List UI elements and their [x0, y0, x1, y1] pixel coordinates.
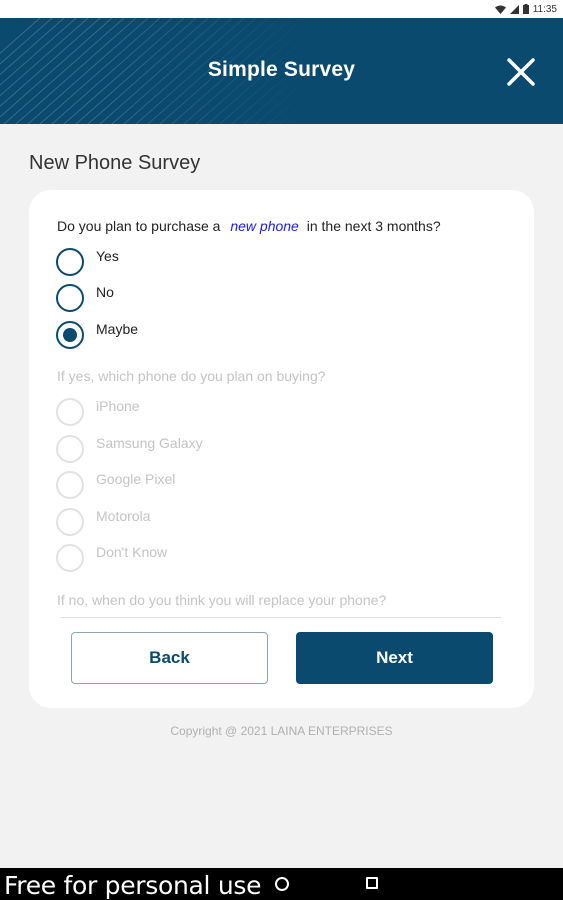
recents-icon[interactable]: [366, 877, 378, 889]
question-purchase-highlight: new phone: [230, 218, 299, 234]
next-button[interactable]: Next: [296, 632, 493, 684]
option-label: Samsung Galaxy: [96, 435, 203, 451]
wifi-icon: [494, 5, 506, 14]
option-motorola[interactable]: Motorola: [56, 508, 150, 536]
survey-card: Do you plan to purchase a new phone in t…: [29, 190, 534, 708]
radio-button-selected[interactable]: [56, 321, 84, 349]
status-time: 11:35: [532, 3, 557, 15]
radio-button-disabled[interactable]: [56, 544, 84, 572]
header-title: Simple Survey: [207, 58, 356, 81]
question-which-phone: If yes, which phone do you plan on buyin…: [57, 368, 326, 384]
option-label: Yes: [96, 248, 119, 264]
option-label: iPhone: [96, 398, 140, 414]
option-samsung-galaxy[interactable]: Samsung Galaxy: [56, 435, 203, 463]
option-label: No: [96, 284, 114, 300]
app-header: Simple Survey: [0, 18, 563, 124]
option-dont-know[interactable]: Don't Know: [56, 544, 167, 572]
question-purchase-prefix: Do you plan to purchase a: [57, 218, 221, 234]
question-purchase-suffix: in the next 3 months?: [306, 218, 441, 234]
radio-button[interactable]: [56, 284, 84, 312]
back-button[interactable]: Back: [71, 632, 268, 684]
system-nav-bar: Free for personal use: [0, 868, 563, 900]
option-google-pixel[interactable]: Google Pixel: [56, 471, 175, 499]
watermark-text: Free for personal use: [4, 871, 262, 900]
radio-button-disabled[interactable]: [56, 435, 84, 463]
home-icon[interactable]: [275, 877, 289, 891]
option-maybe[interactable]: Maybe: [56, 321, 138, 349]
option-label: Don't Know: [96, 544, 168, 560]
option-no[interactable]: No: [56, 284, 114, 312]
question-replace-when: If no, when do you think you will replac…: [57, 592, 387, 608]
option-label: Maybe: [96, 321, 139, 337]
option-label: Motorola: [96, 508, 151, 524]
radio-button-disabled[interactable]: [56, 471, 84, 499]
status-bar: 11:35: [0, 0, 563, 18]
copyright-text: Copyright @ 2021 LAINA ENTERPRISES: [170, 724, 393, 738]
question-purchase: Do you plan to purchase a new phone in t…: [57, 218, 441, 234]
option-iphone[interactable]: iPhone: [56, 398, 140, 426]
option-label: Google Pixel: [96, 471, 176, 487]
radio-button-disabled[interactable]: [56, 398, 84, 426]
battery-icon: [522, 4, 529, 14]
radio-button-disabled[interactable]: [56, 508, 84, 536]
page-title: New Phone Survey: [29, 152, 201, 174]
option-yes[interactable]: Yes: [56, 248, 119, 276]
signal-icon: [509, 4, 519, 14]
close-button[interactable]: [505, 56, 537, 88]
divider: [61, 617, 501, 618]
close-icon: [507, 58, 535, 86]
radio-button[interactable]: [56, 248, 84, 276]
